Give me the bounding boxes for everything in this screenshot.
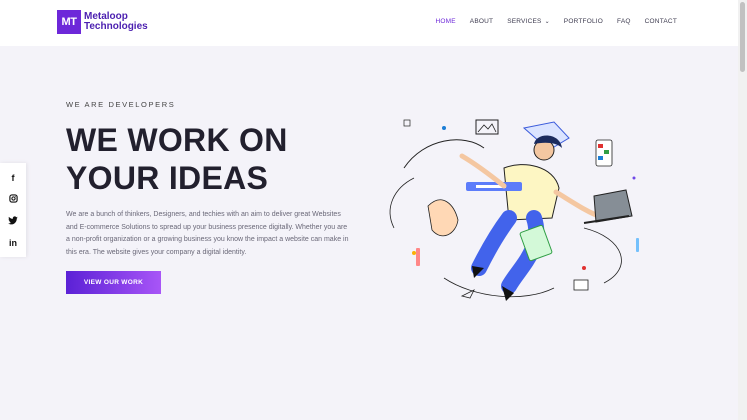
headline-line-1: WE WORK ON xyxy=(66,122,288,158)
nav-home[interactable]: HOME xyxy=(435,18,455,25)
nav-faq[interactable]: FAQ xyxy=(617,18,631,25)
nav-portfolio-label: PORTFOLIO xyxy=(563,18,604,25)
nav-contact-label: CONTACT xyxy=(644,18,677,25)
main-nav: HOME ABOUT SERVICES ⌄ PORTFOLIO FAQ CONTA… xyxy=(435,18,677,25)
hero-eyebrow: WE ARE DEVELOPERS xyxy=(66,100,176,109)
logo[interactable]: MT Metaloop Technologies xyxy=(57,10,148,34)
hero-description: We are a bunch of thinkers, Designers, a… xyxy=(66,211,349,256)
nav-home-label: HOME xyxy=(435,18,456,25)
linkedin-icon[interactable]: in xyxy=(9,238,17,248)
nav-about[interactable]: ABOUT xyxy=(470,18,493,25)
header-bar: MT Metaloop Technologies HOME ABOUT SERV… xyxy=(0,0,738,46)
logo-line-2: Technologies xyxy=(84,21,148,32)
page-scrollbar[interactable] xyxy=(738,0,747,420)
scrollbar-thumb[interactable] xyxy=(740,2,745,72)
instagram-icon[interactable] xyxy=(8,193,18,205)
nav-faq-label: FAQ xyxy=(617,18,631,25)
social-sidebar: f in xyxy=(0,163,26,257)
nav-portfolio[interactable]: PORTFOLIO xyxy=(564,18,603,25)
logo-text: Metaloop Technologies xyxy=(84,12,148,32)
nav-services-label: SERVICES xyxy=(507,18,542,25)
hero-section: WE ARE DEVELOPERS WE WORK ON YOUR IDEAS … xyxy=(66,100,356,294)
logo-mark: MT xyxy=(57,10,81,34)
hero-headline: WE WORK ON YOUR IDEAS xyxy=(66,121,356,197)
facebook-icon[interactable]: f xyxy=(12,173,15,183)
developer-illustration xyxy=(389,119,639,301)
twitter-icon[interactable] xyxy=(8,215,18,227)
view-our-work-button[interactable]: VIEW OUR WORK xyxy=(66,271,161,294)
headline-line-2: YOUR IDEAS xyxy=(66,160,269,196)
nav-services[interactable]: SERVICES ⌄ xyxy=(507,18,550,25)
nav-contact[interactable]: CONTACT xyxy=(645,18,677,25)
nav-about-label: ABOUT xyxy=(469,18,494,25)
chevron-down-icon: ⌄ xyxy=(544,19,550,25)
